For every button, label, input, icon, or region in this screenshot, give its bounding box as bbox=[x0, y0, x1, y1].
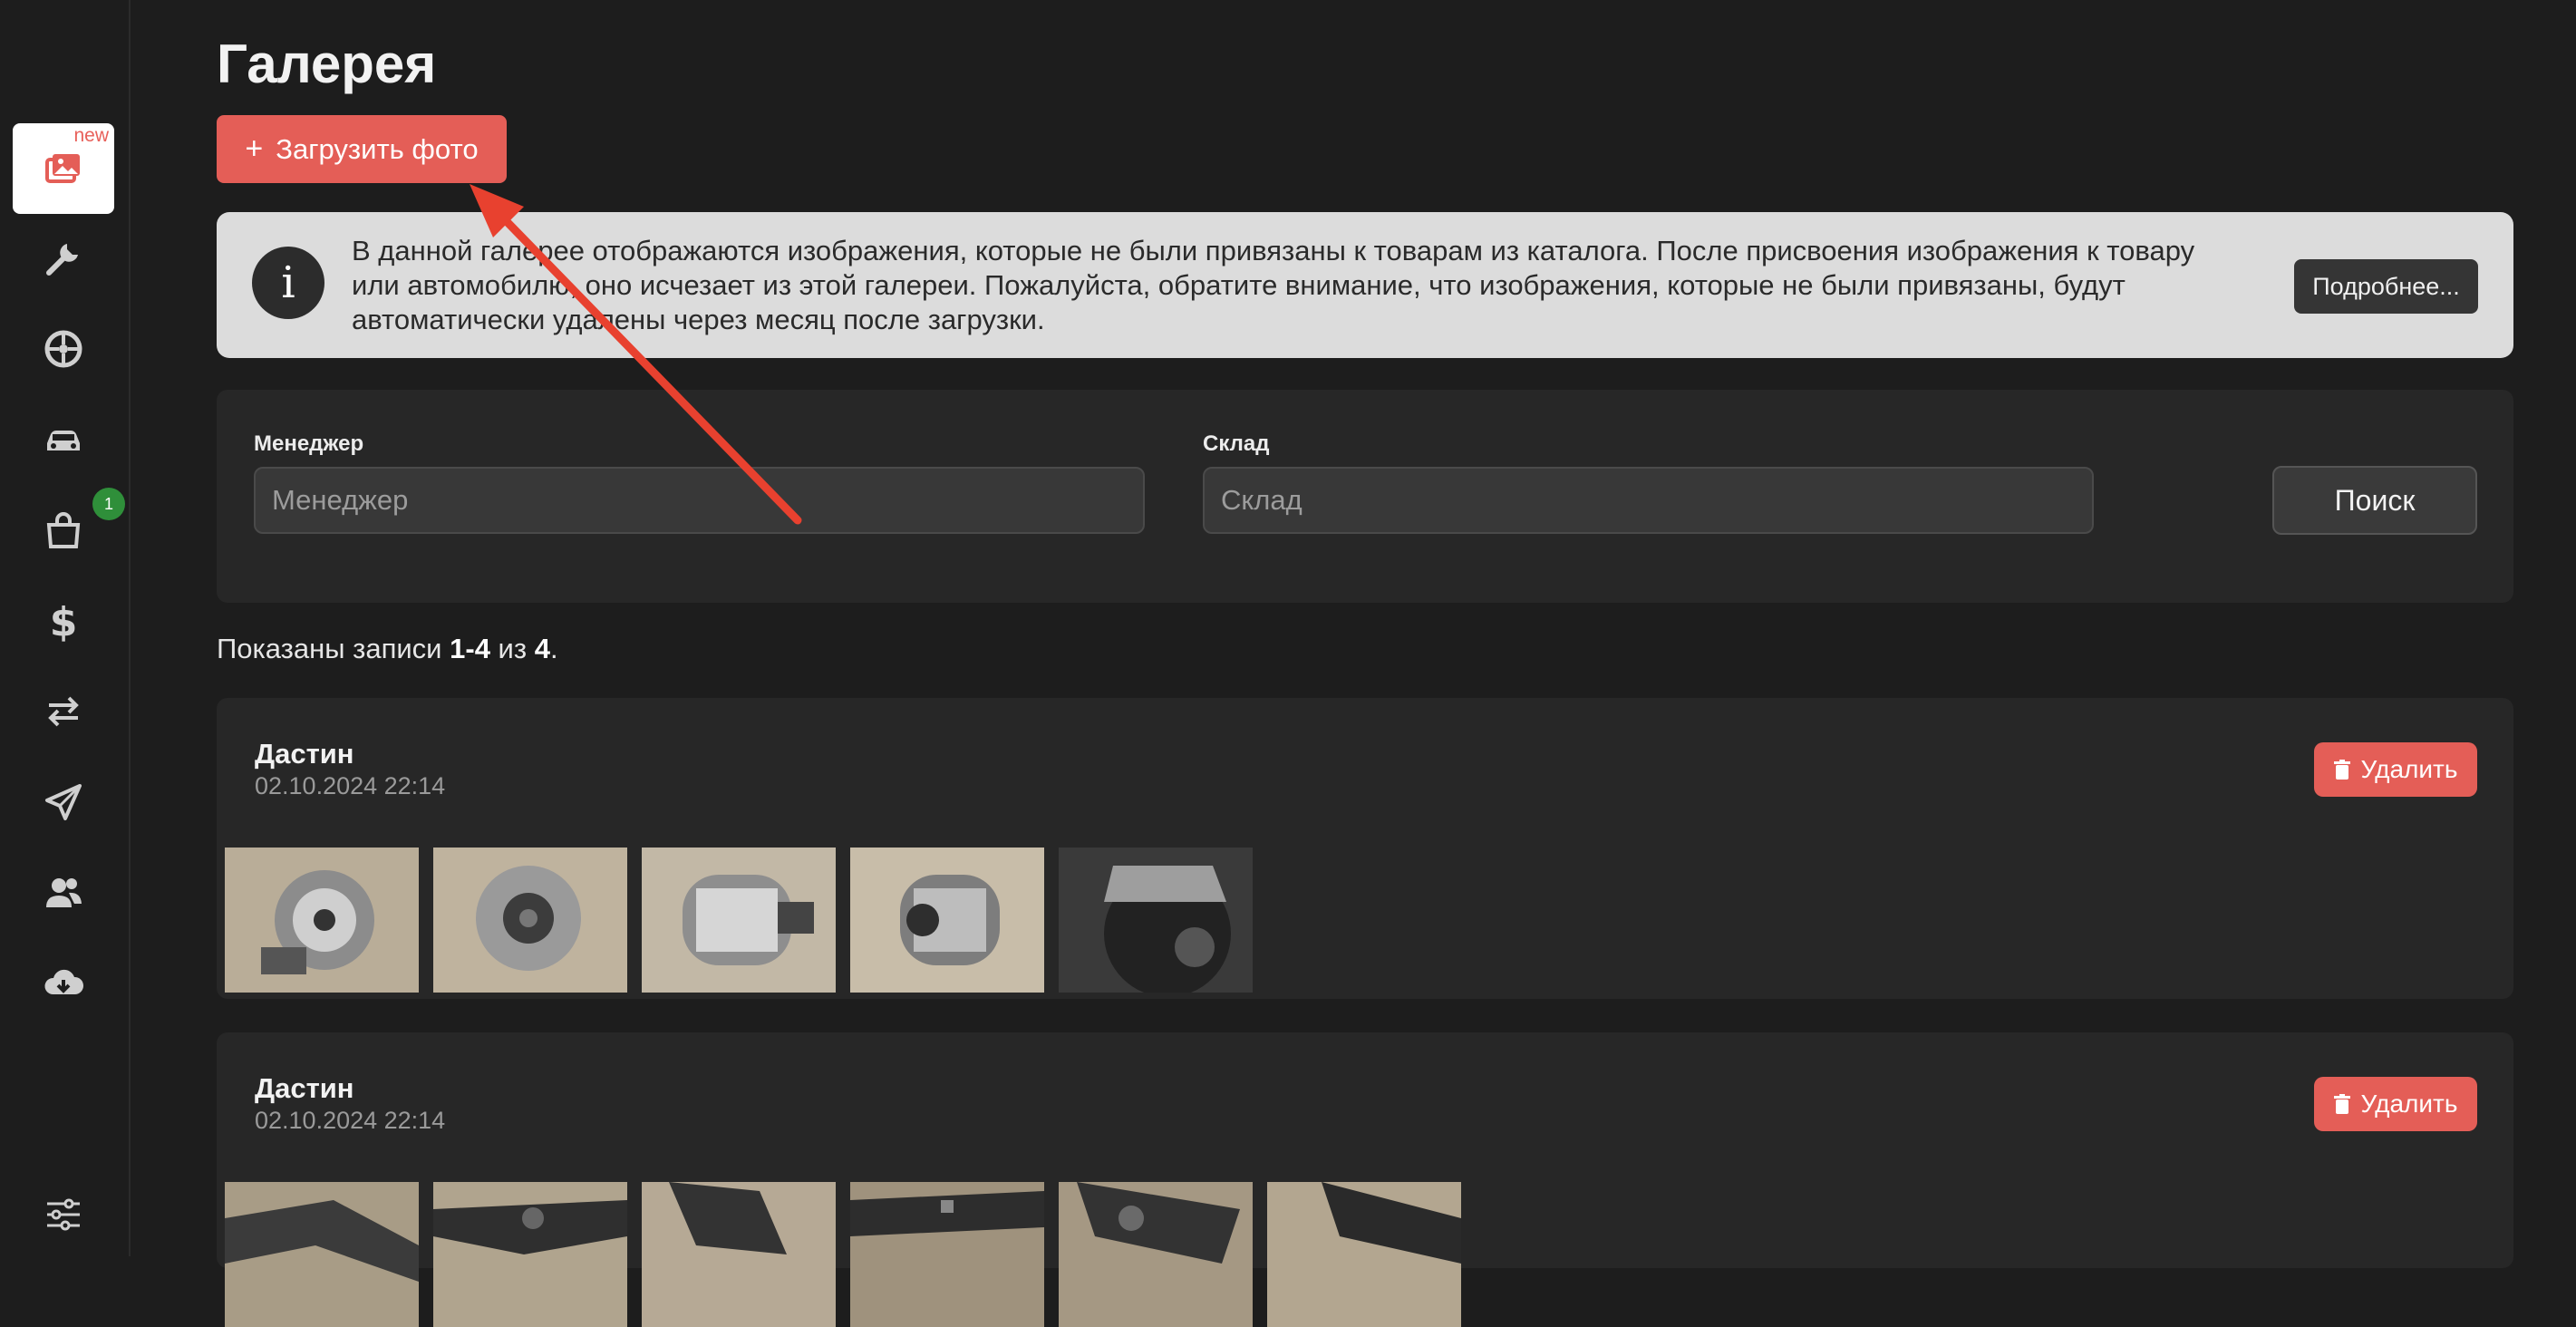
photo-thumbnail[interactable] bbox=[225, 848, 419, 993]
photo-strip bbox=[225, 848, 1253, 993]
summary-suffix: . bbox=[549, 633, 558, 664]
sidebar-item-cars[interactable] bbox=[13, 396, 114, 483]
card-author: Дастин bbox=[255, 738, 354, 770]
photo-thumbnail[interactable] bbox=[850, 1182, 1044, 1327]
send-icon bbox=[45, 784, 82, 820]
suspension-part-photo bbox=[433, 1182, 627, 1327]
delete-label: Удалить bbox=[2360, 755, 2458, 783]
delete-button[interactable]: Удалить bbox=[2314, 1077, 2477, 1131]
trash-icon bbox=[2333, 1094, 2350, 1114]
delete-label: Удалить bbox=[2360, 1090, 2458, 1118]
upload-photo-label: Загрузить фото bbox=[276, 132, 479, 165]
gallery-icon bbox=[45, 154, 80, 183]
warehouse-label: Склад bbox=[1203, 431, 1270, 456]
suspension-part-photo bbox=[642, 1182, 836, 1327]
alternator-photo bbox=[433, 848, 627, 993]
photo-thumbnail[interactable] bbox=[642, 1182, 836, 1327]
more-info-button[interactable]: Подробнее... bbox=[2294, 259, 2478, 314]
sidebar-item-tools[interactable] bbox=[13, 215, 114, 302]
photo-thumbnail[interactable] bbox=[642, 848, 836, 993]
orders-count-badge: 1 bbox=[92, 488, 125, 520]
summary-total: 4 bbox=[534, 633, 550, 664]
trash-icon bbox=[2333, 760, 2350, 780]
photo-strip bbox=[225, 1182, 1461, 1327]
wheel-icon bbox=[44, 330, 82, 368]
info-banner: i В данной галерее отображаются изображе… bbox=[217, 212, 2513, 358]
gallery-card: Дастин 02.10.2024 22:14 Удалить bbox=[217, 698, 2513, 999]
summary-middle: из bbox=[489, 633, 535, 664]
sidebar-item-transfers[interactable] bbox=[13, 668, 114, 755]
sidebar-item-settings[interactable] bbox=[13, 1180, 114, 1267]
page-title: Галерея bbox=[217, 34, 437, 94]
info-text: В данной галерее отображаются изображени… bbox=[352, 235, 2195, 335]
plus-icon: + bbox=[245, 131, 264, 166]
search-button[interactable]: Поиск bbox=[2272, 466, 2477, 535]
new-tag: new bbox=[73, 125, 109, 146]
suspension-part-photo bbox=[225, 1182, 419, 1327]
records-summary: Показаны записи 1-4 из 4. bbox=[217, 633, 558, 665]
shopping-bag-icon bbox=[46, 512, 81, 548]
suspension-part-photo bbox=[850, 1182, 1044, 1327]
upload-photo-button[interactable]: + Загрузить фото bbox=[217, 115, 507, 183]
delete-button[interactable]: Удалить bbox=[2314, 742, 2477, 797]
info-icon: i bbox=[252, 247, 324, 319]
gallery-card: Дастин 02.10.2024 22:14 Удалить bbox=[217, 1032, 2513, 1327]
photo-thumbnail[interactable] bbox=[433, 848, 627, 993]
sidebar-item-messages[interactable] bbox=[13, 759, 114, 846]
photo-thumbnail[interactable] bbox=[433, 1182, 627, 1327]
warehouse-input[interactable] bbox=[1203, 467, 2094, 534]
transfer-icon bbox=[48, 696, 79, 727]
users-icon bbox=[46, 878, 82, 907]
settings-sliders-icon bbox=[47, 1198, 80, 1231]
suspension-part-photo bbox=[1267, 1182, 1461, 1327]
card-author: Дастин bbox=[255, 1072, 354, 1104]
manager-input[interactable] bbox=[254, 467, 1145, 534]
alternator-photo bbox=[850, 848, 1044, 993]
wrench-icon bbox=[46, 244, 78, 276]
card-date: 02.10.2024 22:14 bbox=[255, 772, 446, 799]
sidebar-item-gallery[interactable]: new bbox=[13, 123, 114, 214]
photo-thumbnail[interactable] bbox=[225, 1182, 419, 1327]
alternator-closeup-photo bbox=[1059, 848, 1253, 993]
photo-thumbnail[interactable] bbox=[1267, 1182, 1461, 1327]
svg-text:$: $ bbox=[50, 599, 78, 643]
photo-thumbnail[interactable] bbox=[850, 848, 1044, 993]
suspension-part-photo bbox=[1059, 1182, 1253, 1327]
photo-thumbnail[interactable] bbox=[1059, 848, 1253, 993]
filter-panel: Менеджер Склад Поиск bbox=[217, 390, 2513, 603]
manager-label: Менеджер bbox=[254, 431, 364, 456]
dollar-icon: $ bbox=[50, 599, 78, 643]
alternator-photo bbox=[225, 848, 419, 993]
sidebar-item-wheels[interactable] bbox=[13, 305, 114, 392]
photo-thumbnail[interactable] bbox=[1059, 1182, 1253, 1327]
alternator-photo bbox=[642, 848, 836, 993]
card-date: 02.10.2024 22:14 bbox=[255, 1107, 446, 1134]
sidebar-item-import[interactable] bbox=[13, 940, 114, 1027]
sidebar-item-finance[interactable]: $ bbox=[13, 577, 114, 664]
sidebar-item-users[interactable] bbox=[13, 849, 114, 936]
sidebar: new 1 $ bbox=[0, 0, 131, 1256]
car-icon bbox=[47, 431, 80, 450]
cloud-download-icon bbox=[44, 969, 84, 994]
summary-range: 1-4 bbox=[450, 633, 490, 664]
summary-prefix: Показаны записи bbox=[217, 633, 450, 664]
